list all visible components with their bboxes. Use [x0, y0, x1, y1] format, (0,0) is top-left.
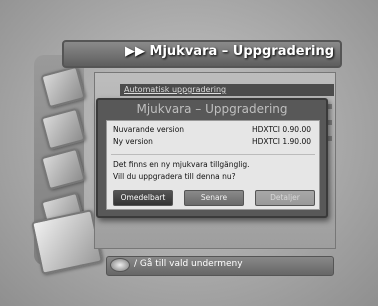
dialog-body: Nuvarande version HDXTCI 0.90.00 Ny vers… [106, 120, 320, 210]
new-version-value: HDXTCI 1.90.00 [251, 137, 311, 146]
message-line-2: Vill du uppgradera till denna nu? [113, 172, 236, 181]
details-button[interactable]: Detaljer [255, 190, 315, 206]
message-line-1: Det finns en ny mjukvara tillgänglig. [113, 160, 250, 169]
now-button[interactable]: Omedelbart [113, 190, 173, 206]
current-version-label: Nuvarande version [113, 125, 185, 134]
menu-item-automatic-upgrade[interactable]: Automatisk uppgradering [120, 84, 334, 96]
ok-button-icon [110, 258, 130, 272]
current-version-value: HDXTCI 0.90.00 [251, 125, 311, 134]
upgrade-dialog: Mjukvara – Uppgradering Nuvarande versio… [96, 98, 328, 218]
dialog-title: Mjukvara – Uppgradering [136, 102, 288, 116]
later-button[interactable]: Senare [184, 190, 244, 206]
new-version-label: Ny version [113, 137, 153, 146]
arrow-icon: ▶▶ [125, 44, 145, 59]
dialog-separator [111, 154, 315, 155]
footer-hint: / Gå till vald undermeny [134, 259, 243, 269]
menu-title: ▶▶ Mjukvara – Uppgradering [125, 44, 335, 59]
